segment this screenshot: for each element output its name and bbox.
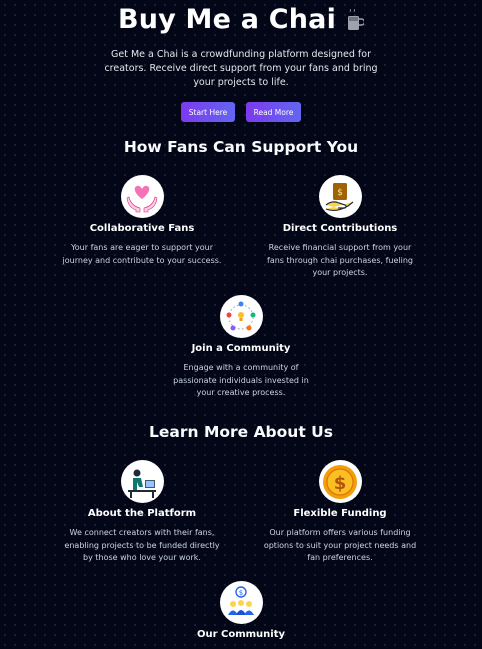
learn-section: Learn More About Us (0, 423, 482, 441)
support-section-title: How Fans Can Support You (123, 138, 359, 156)
feature-title: Direct Contributions (282, 223, 398, 234)
feature-about-platform: About the Platform We connect creators w… (42, 460, 242, 565)
hero-description: Get Me a Chai is a crowdfunding platform… (104, 49, 378, 88)
svg-text:$: $ (239, 589, 243, 597)
start-here-button[interactable]: Start Here (181, 102, 235, 122)
feature-flexible-funding: $ Flexible Funding Our platform offers v… (240, 460, 440, 565)
feature-text: We connect creators with their fans, ena… (64, 528, 220, 562)
chai-cup-icon (346, 8, 366, 33)
community-network-icon (219, 295, 263, 338)
hero-section: Buy Me a Chai Get Me a Chai is a crowdfu… (0, 0, 482, 122)
dollar-coin-icon: $ (318, 460, 362, 503)
feature-collaborative-fans: Collaborative Fans Your fans are eager t… (42, 175, 242, 267)
support-section: How Fans Can Support You (0, 138, 482, 156)
feature-title: About the Platform (87, 508, 197, 519)
feature-title: Flexible Funding (293, 508, 387, 519)
svg-text:$: $ (337, 188, 343, 198)
page-title: Buy Me a Chai (117, 4, 337, 35)
person-at-desk-icon (120, 460, 164, 503)
community-group-icon: $ (219, 581, 263, 624)
feature-our-community: $ Our Community (141, 581, 341, 640)
learn-section-title: Learn More About Us (149, 423, 333, 441)
feature-text: Your fans are eager to support your jour… (62, 243, 222, 265)
feature-text: Receive financial support from your fans… (267, 243, 413, 277)
feature-direct-contributions: $ Direct Contributions Receive financial… (240, 175, 440, 280)
svg-text:$: $ (334, 473, 347, 494)
feature-title: Join a Community (191, 343, 291, 354)
heart-hands-icon (120, 175, 164, 218)
feature-join-community: Join a Community Engage with a community… (141, 295, 341, 400)
money-hand-icon: $ (318, 175, 362, 218)
read-more-button[interactable]: Read More (246, 102, 301, 122)
feature-title: Collaborative Fans (89, 223, 195, 234)
hero-title-row: Buy Me a Chai (117, 4, 366, 35)
feature-text: Engage with a community of passionate in… (173, 363, 309, 397)
feature-title: Our Community (196, 629, 286, 640)
feature-text: Our platform offers various funding opti… (263, 528, 417, 562)
hero-buttons: Start Here Read More (0, 102, 482, 122)
